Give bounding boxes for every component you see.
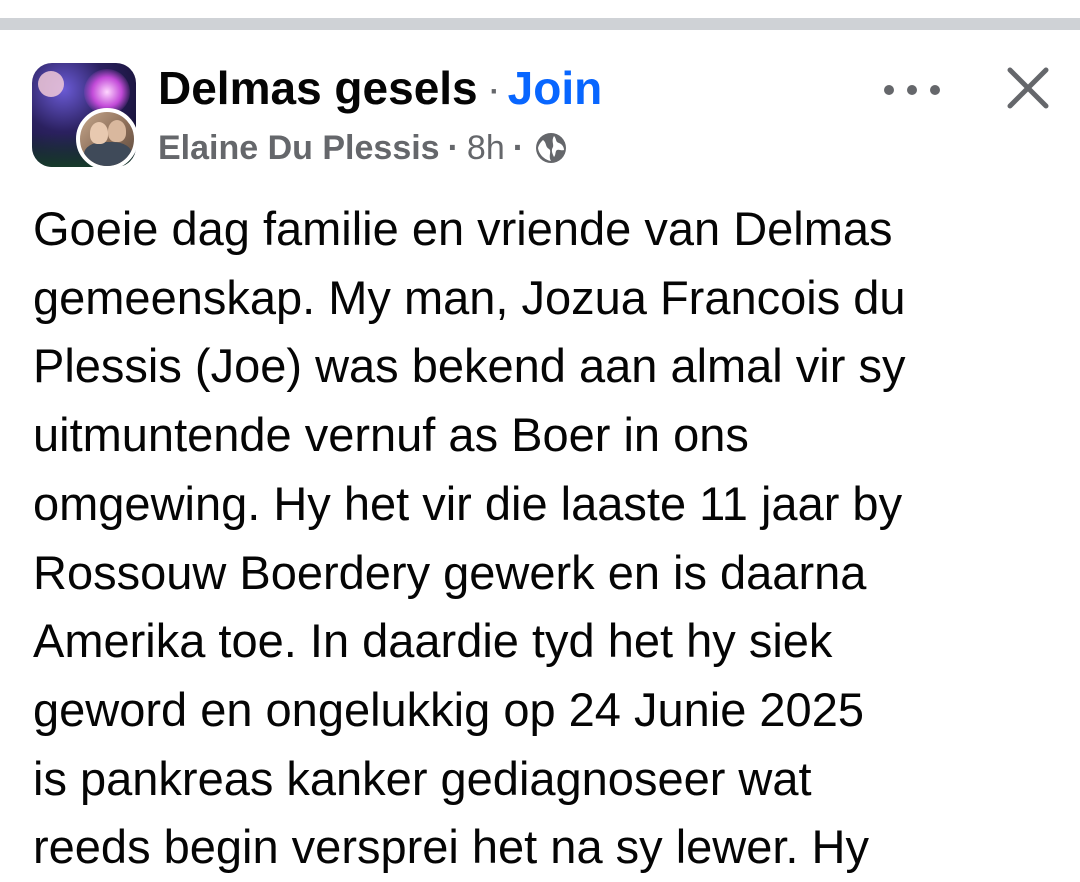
post-timestamp[interactable]: 8h xyxy=(467,126,505,170)
avatar-person-1 xyxy=(90,122,108,144)
group-title-line: Delmas gesels · Join xyxy=(158,60,602,120)
more-dot xyxy=(884,85,894,95)
meta-separator-2: · xyxy=(512,129,525,167)
post-meta: Elaine Du Plessis · 8h · xyxy=(158,126,568,170)
group-name-link[interactable]: Delmas gesels xyxy=(158,62,478,114)
feed-divider xyxy=(0,18,1080,30)
avatar-moon xyxy=(38,71,64,97)
join-button[interactable]: Join xyxy=(508,62,603,114)
title-separator: · xyxy=(489,74,500,108)
more-horizontal-icon[interactable] xyxy=(884,78,940,102)
author-avatar[interactable] xyxy=(76,108,138,170)
author-name-link[interactable]: Elaine Du Plessis xyxy=(158,126,440,170)
more-dot xyxy=(907,85,917,95)
more-dot xyxy=(930,85,940,95)
post-text: Goeie dag familie en vriende van Delmas … xyxy=(33,202,906,874)
globe-icon xyxy=(536,133,567,163)
meta-separator: · xyxy=(447,129,459,167)
avatar-person-2 xyxy=(108,120,126,142)
avatar-shirt xyxy=(84,142,132,166)
close-icon[interactable] xyxy=(1000,60,1056,116)
top-strip xyxy=(0,0,1080,18)
post-header: Delmas gesels · Join Elaine Du Plessis · 8… xyxy=(0,30,1080,190)
